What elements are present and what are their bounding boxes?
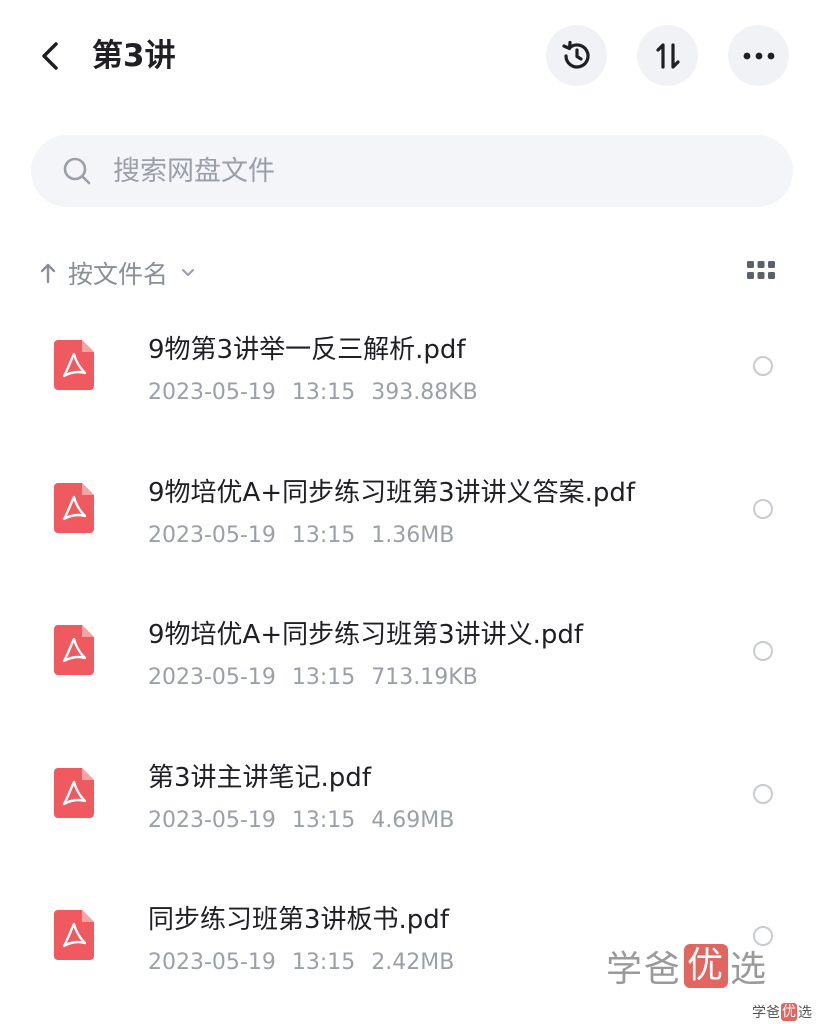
file-meta: 2023-05-19 13:15 393.88KB xyxy=(148,376,494,410)
file-meta: 2023-05-19 13:15 2.42MB xyxy=(148,946,470,980)
watermark-text-3: 选 xyxy=(730,949,769,990)
arrow-up-icon xyxy=(40,263,56,284)
watermark-small-text-1: 学爸 xyxy=(752,1005,780,1021)
search-bar[interactable] xyxy=(31,135,793,207)
file-date: 2023-05-19 xyxy=(148,950,276,975)
watermark-small-highlight: 优 xyxy=(781,1003,797,1021)
more-button[interactable] xyxy=(728,25,789,86)
file-meta: 2023-05-19 13:15 713.19KB xyxy=(148,661,494,695)
pdf-icon xyxy=(54,910,94,960)
file-size: 1.36MB xyxy=(371,522,455,548)
back-button[interactable] xyxy=(30,36,70,76)
sort-label: 按文件名 xyxy=(68,260,169,289)
file-size: 713.19KB xyxy=(371,665,478,690)
file-meta: 2023-05-19 13:15 1.36MB xyxy=(148,519,470,553)
select-checkbox[interactable] xyxy=(753,783,773,804)
file-row[interactable]: 第3讲主讲笔记.pdf 2023-05-19 13:15 4.69MB xyxy=(0,728,823,871)
file-name: 9物培优A+同步练习班第3讲讲义答案.pdf xyxy=(148,477,636,508)
watermark-highlight: 优 xyxy=(684,944,729,988)
file-row[interactable]: 9物第3讲举一反三解析.pdf 2023-05-19 13:15 393.88KB xyxy=(0,300,823,443)
top-bar: 第3讲 xyxy=(0,0,823,110)
file-size: 2.42MB xyxy=(371,950,455,975)
pdf-icon xyxy=(54,625,94,675)
watermark-text-1: 学爸 xyxy=(606,949,683,990)
sort-button[interactable] xyxy=(637,25,698,86)
pdf-icon xyxy=(54,767,94,818)
search-input[interactable] xyxy=(111,154,715,188)
chevron-down-icon xyxy=(181,268,195,277)
file-size: 4.69MB xyxy=(371,807,455,833)
select-checkbox[interactable] xyxy=(753,641,773,661)
sort-arrows-icon xyxy=(655,42,680,69)
grid-view-icon xyxy=(747,261,775,279)
file-meta: 2023-05-19 13:15 4.69MB xyxy=(148,804,470,838)
file-name: 第3讲主讲笔记.pdf xyxy=(148,762,371,793)
search-icon xyxy=(63,157,91,185)
select-checkbox[interactable] xyxy=(753,356,773,376)
page-title: 第3讲 xyxy=(92,38,176,74)
watermark: 学爸优选 xyxy=(606,940,768,992)
file-date: 2023-05-19 xyxy=(148,807,276,833)
more-dots-icon xyxy=(743,52,774,59)
file-time: 13:15 xyxy=(291,665,356,690)
file-row[interactable]: 9物培优A+同步练习班第3讲讲义答案.pdf 2023-05-19 13:15 1.… xyxy=(0,443,823,586)
file-size: 393.88KB xyxy=(371,380,478,405)
file-name: 9物第3讲举一反三解析.pdf xyxy=(148,335,466,365)
watermark-small-text-3: 选 xyxy=(798,1005,812,1021)
file-name: 同步练习班第3讲板书.pdf xyxy=(148,905,449,935)
pdf-icon xyxy=(54,340,94,390)
file-row[interactable]: 9物培优A+同步练习班第3讲讲义.pdf 2023-05-19 13:15 713.… xyxy=(0,585,823,728)
file-date: 2023-05-19 xyxy=(148,522,276,548)
grid-view-toggle[interactable] xyxy=(746,260,782,290)
history-button[interactable] xyxy=(546,25,607,86)
history-icon xyxy=(561,40,590,69)
file-date: 2023-05-19 xyxy=(148,665,276,690)
file-list: 9物第3讲举一反三解析.pdf 2023-05-19 13:15 393.88KB … xyxy=(0,300,823,1013)
file-time: 13:15 xyxy=(291,807,356,833)
watermark-small: 学爸优选 xyxy=(752,1002,812,1022)
file-time: 13:15 xyxy=(291,950,356,975)
file-name: 9物培优A+同步练习班第3讲讲义.pdf xyxy=(148,620,584,650)
file-time: 13:15 xyxy=(291,522,356,548)
file-time: 13:15 xyxy=(291,380,356,405)
sort-selector[interactable]: 按文件名 xyxy=(38,250,196,296)
file-date: 2023-05-19 xyxy=(148,380,276,405)
select-checkbox[interactable] xyxy=(753,498,773,519)
pdf-icon xyxy=(54,482,94,533)
chevron-left-icon xyxy=(42,42,58,70)
